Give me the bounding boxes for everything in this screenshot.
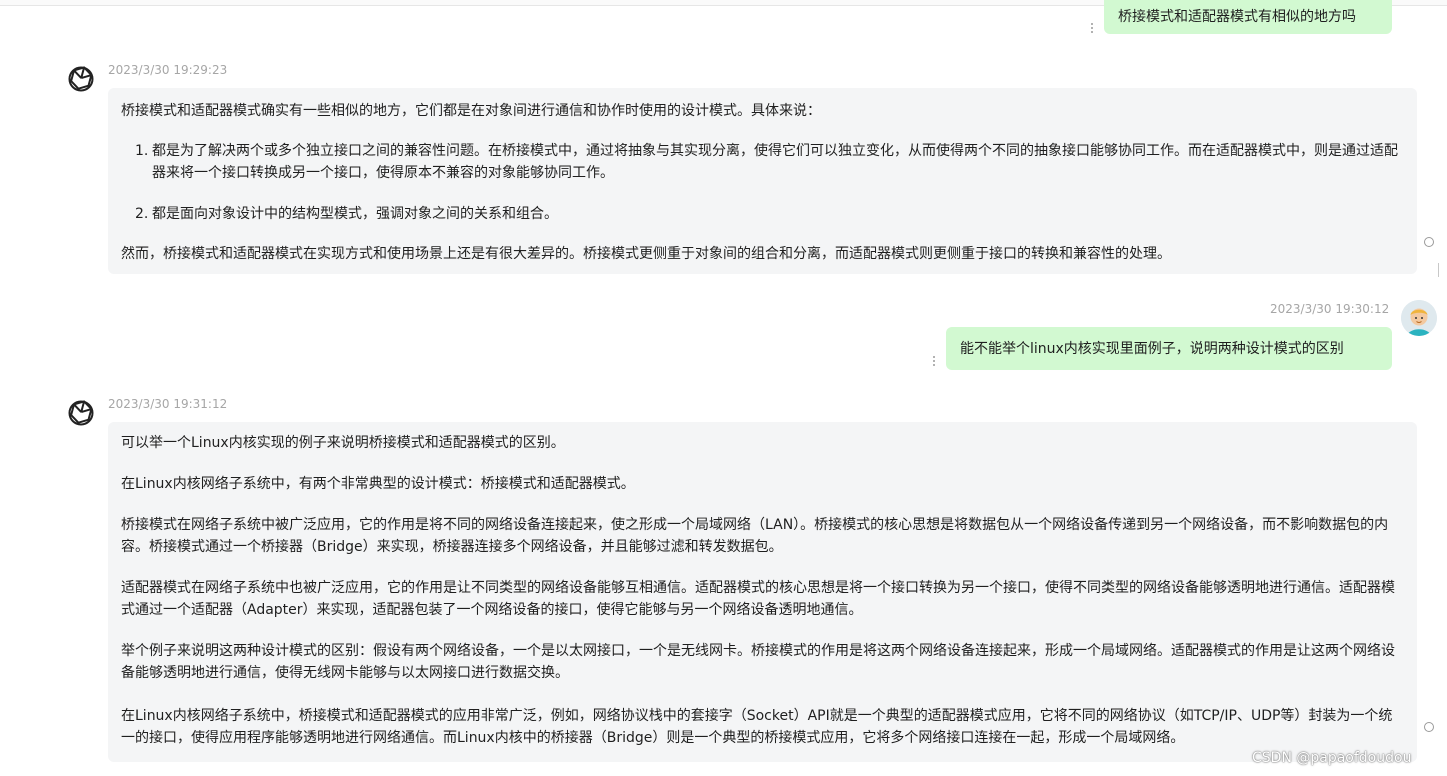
list-item: 2. 都是面向对象设计中的结构型模式，强调对象之间的关系和组合。 (135, 203, 1399, 225)
message-paragraph: 桥接模式在网络子系统中被广泛应用，它的作用是将不同的网络设备连接起来，使之形成一… (121, 517, 1389, 555)
user-message-text: 桥接模式和适配器模式有相似的地方吗 (1118, 8, 1356, 25)
message-timestamp: 2023/3/30 19:30:12 (1270, 302, 1390, 316)
circle-icon[interactable] (1424, 237, 1434, 247)
watermark: CSDN @papaofdoudou (1252, 750, 1412, 766)
message-timestamp: 2023/3/30 19:29:23 (108, 63, 228, 77)
openai-logo-icon (65, 397, 97, 429)
list-item-number: 2. (135, 206, 149, 222)
circle-icon[interactable] (1424, 722, 1434, 732)
assistant-message-card: 可以举一个Linux内核实现的例子来说明桥接模式和适配器模式的区别。 在Linu… (108, 422, 1417, 762)
assistant-message-card: 桥接模式和适配器模式确实有一些相似的地方，它们都是在对象间进行通信和协作时使用的… (108, 88, 1417, 274)
message-paragraph: 然而，桥接模式和适配器模式在实现方式和使用场景上还是有很大差异的。桥接模式更侧重… (121, 246, 1171, 262)
user-message-bubble: 能不能举个linux内核实现里面例子，说明两种设计模式的区别 (946, 327, 1392, 370)
message-paragraph: 在Linux内核网络子系统中，有两个非常典型的设计模式：桥接模式和适配器模式。 (121, 476, 635, 492)
list-item-text: 都是为了解决两个或多个独立接口之间的兼容性问题。在桥接模式中，通过将抽象与其实现… (152, 143, 1398, 181)
message-timestamp: 2023/3/30 19:31:12 (108, 397, 228, 411)
user-message-bubble: 桥接模式和适配器模式有相似的地方吗 (1104, 0, 1392, 34)
message-menu-icon[interactable] (1089, 22, 1095, 34)
list-item-text: 都是面向对象设计中的结构型模式，强调对象之间的关系和组合。 (152, 206, 558, 222)
user-avatar-icon (1401, 300, 1437, 336)
message-paragraph: 桥接模式和适配器模式确实有一些相似的地方，它们都是在对象间进行通信和协作时使用的… (121, 103, 821, 119)
openai-logo-icon (65, 63, 97, 95)
list-item: 1. 都是为了解决两个或多个独立接口之间的兼容性问题。在桥接模式中，通过将抽象与… (135, 140, 1399, 184)
message-paragraph: 举个例子来说明这两种设计模式的区别：假设有两个网络设备，一个是以太网接口，一个是… (121, 643, 1395, 681)
message-paragraph: 适配器模式在网络子系统中也被广泛应用，它的作用是让不同类型的网络设备能够互相通信… (121, 580, 1395, 618)
message-paragraph: 在Linux内核网络子系统中，桥接模式和适配器模式的应用非常广泛，例如，网络协议… (121, 708, 1393, 746)
message-menu-icon[interactable] (931, 355, 937, 367)
list-item-number: 1. (135, 143, 149, 159)
message-paragraph: 可以举一个Linux内核实现的例子来说明桥接模式和适配器模式的区别。 (121, 435, 565, 451)
scrollbar-marker (1438, 263, 1439, 277)
user-message-text: 能不能举个linux内核实现里面例子，说明两种设计模式的区别 (960, 340, 1344, 357)
